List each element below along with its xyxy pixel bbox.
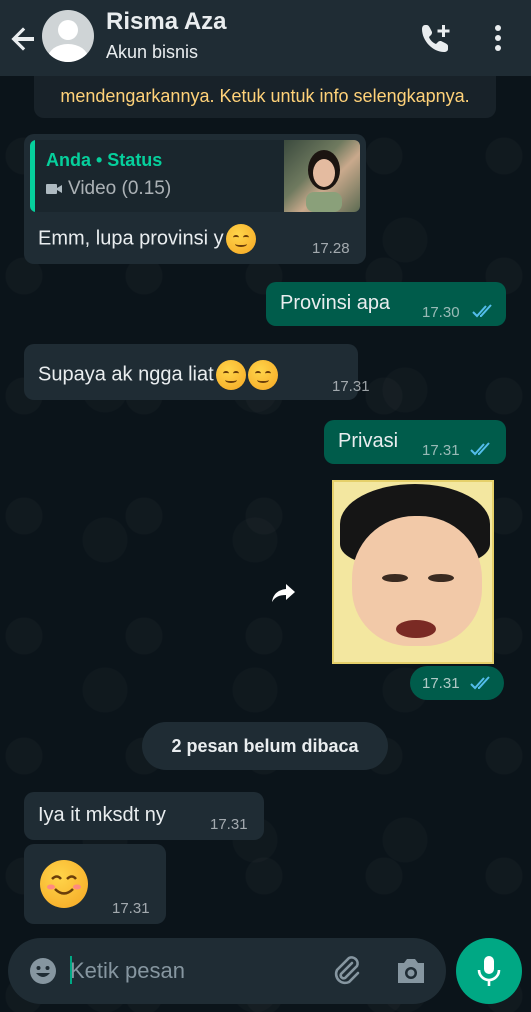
read-ticks-icon: [470, 442, 490, 456]
contact-subtitle[interactable]: Akun bisnis: [106, 42, 198, 63]
smiling-face-emoji-icon: [247, 360, 278, 390]
quote-media-label: Video (0.15): [68, 178, 172, 199]
message-bubble-incoming[interactable]: Supaya ak ngga liat 17.31: [24, 344, 370, 400]
sticker-eye-right: [428, 574, 454, 582]
message-time: 17.31: [422, 442, 460, 459]
message-bubble-incoming[interactable]: 17.31: [24, 844, 166, 924]
avatar[interactable]: [42, 10, 94, 62]
mic-icon: [477, 956, 501, 986]
message-time: 17.28: [312, 240, 350, 257]
quote-accent-bar: [30, 140, 35, 212]
sticker-time-pill: 17.31: [410, 666, 504, 700]
smiling-face-emoji-icon: [225, 224, 256, 254]
message-text: Iya it mksdt ny: [38, 804, 166, 826]
chat-header[interactable]: Risma Aza Akun bisnis: [0, 0, 531, 76]
message-bubble-incoming[interactable]: Iya it mksdt ny 17.31: [24, 792, 264, 840]
message-input[interactable]: [70, 952, 320, 990]
message-text-content: Supaya ak ngga liat: [38, 363, 214, 386]
read-ticks-icon: [470, 676, 490, 690]
add-call-icon[interactable]: [418, 20, 454, 56]
message-text: Provinsi apa: [280, 292, 391, 314]
message-time: 17.31: [112, 900, 150, 917]
sticker-eye-left: [382, 574, 408, 582]
more-vert-icon[interactable]: [486, 20, 510, 56]
message-time: 17.31: [332, 378, 370, 395]
video-icon: [46, 183, 62, 194]
status-thumbnail: [284, 140, 360, 212]
emoji-icon[interactable]: [28, 956, 58, 986]
quote-media: Video (0.15): [46, 178, 171, 200]
unread-messages-banner: 2 pesan belum dibaca: [142, 722, 388, 770]
message-text-content: Emm, lupa provinsi y: [38, 227, 224, 250]
attach-icon[interactable]: [330, 954, 362, 988]
message-time: 17.30: [422, 304, 460, 321]
message-bubble-outgoing[interactable]: Privasi 17.31: [324, 420, 506, 464]
message-composer[interactable]: [8, 938, 446, 1004]
back-arrow-icon[interactable]: [8, 22, 40, 54]
message-text: Supaya ak ngga liat: [38, 360, 278, 390]
sticker-mouth: [396, 620, 436, 638]
quoted-status[interactable]: Anda • Status Video (0.15): [30, 140, 360, 212]
forward-icon[interactable]: [266, 576, 300, 610]
read-ticks-icon: [472, 304, 492, 318]
mic-button[interactable]: [456, 938, 522, 1004]
contact-name[interactable]: Risma Aza: [106, 8, 227, 36]
text-caret: [70, 956, 72, 984]
sticker-message[interactable]: [332, 480, 494, 664]
camera-icon[interactable]: [394, 956, 428, 986]
message-time: 17.31: [422, 675, 460, 692]
message-time: 17.31: [210, 816, 248, 833]
message-bubble-outgoing[interactable]: Provinsi apa 17.30: [266, 282, 506, 326]
message-text: Privasi: [338, 430, 399, 452]
message-bubble-incoming[interactable]: Anda • Status Video (0.15) Emm, lupa pro…: [24, 134, 366, 264]
encryption-notice-text: mendengarkannya. Ketuk untuk info seleng…: [60, 86, 470, 106]
smiling-face-emoji-icon: [40, 860, 88, 908]
message-text: Emm, lupa provinsi y: [38, 224, 256, 254]
hand-over-mouth-emoji-icon: [215, 360, 246, 390]
quote-author: Anda • Status: [46, 150, 163, 170]
